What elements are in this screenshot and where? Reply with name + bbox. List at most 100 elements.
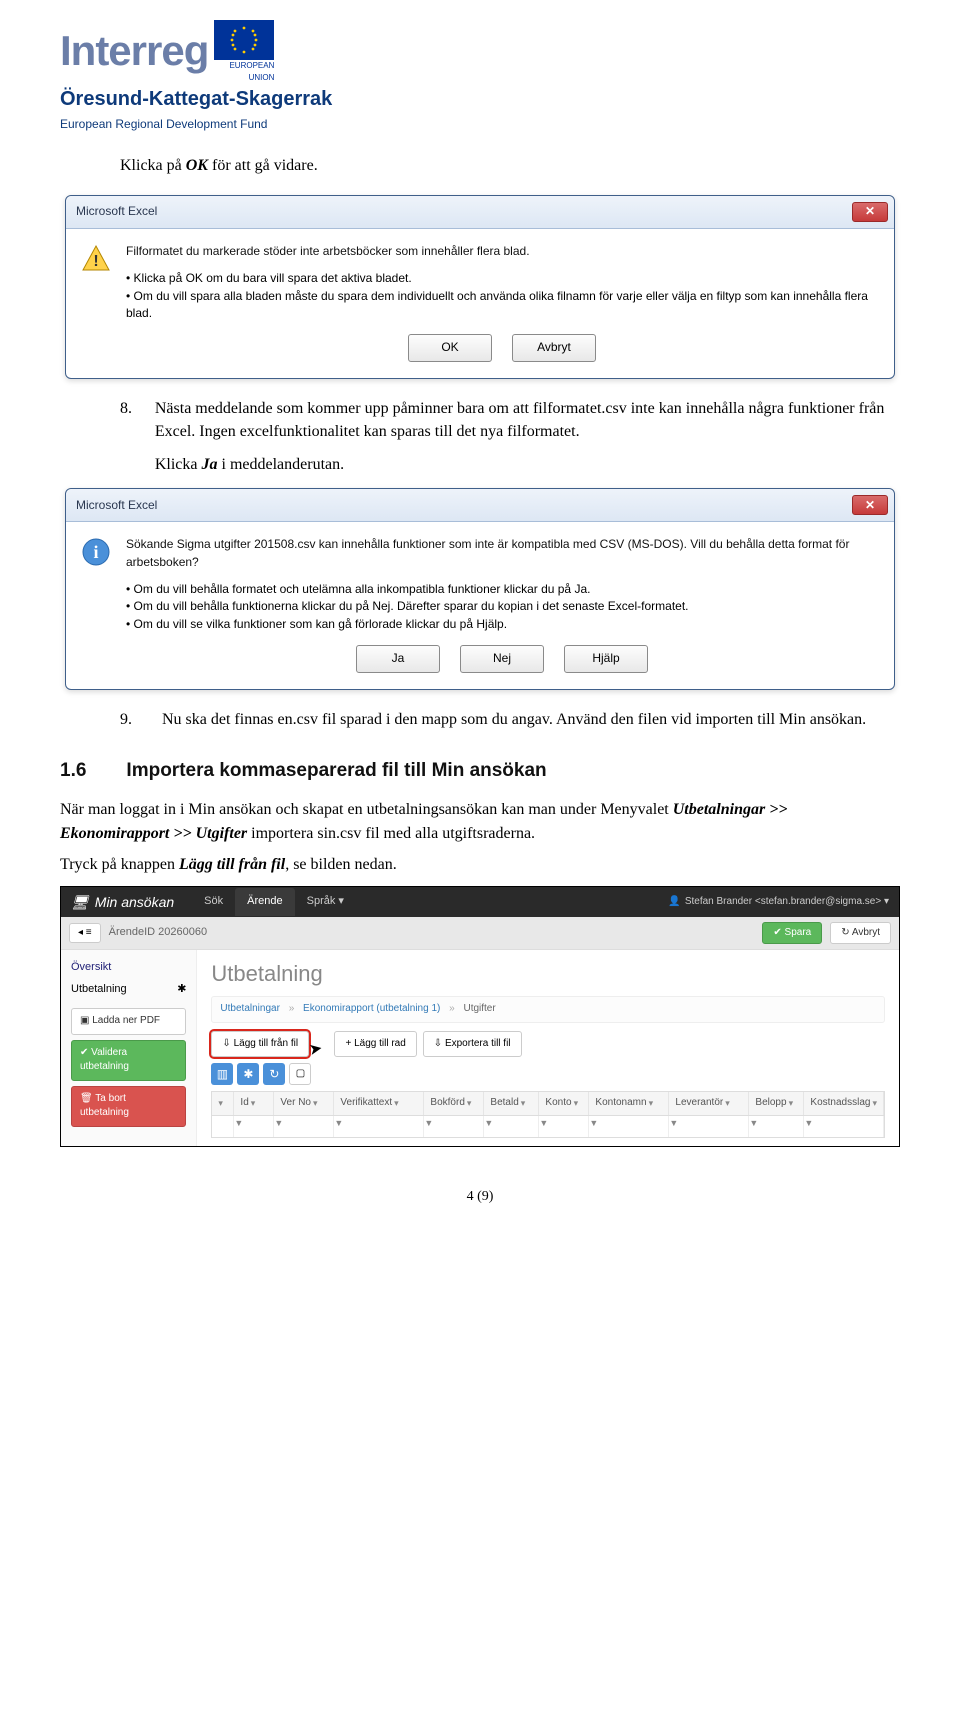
bullet-2: Om du vill spara alla bladen måste du sp… <box>126 288 878 323</box>
dialog-title: Microsoft Excel <box>76 497 157 514</box>
section-title: Importera kommaseparerad fil till Min an… <box>126 757 546 785</box>
bullet-2: Om du vill behålla funktionerna klickar … <box>126 598 878 615</box>
ok-button[interactable]: OK <box>408 334 492 361</box>
add-row-button[interactable]: + Lägg till rad <box>334 1031 416 1058</box>
col-konto[interactable]: Konto <box>545 1096 571 1111</box>
no-button[interactable]: Nej <box>460 645 544 672</box>
breadcrumb-2[interactable]: Ekonomirapport (utbetalning 1) <box>303 1003 440 1014</box>
section-para-1: När man loggat in i Min ansökan och skap… <box>60 798 900 844</box>
eu-label: EUROPEAN UNION <box>214 60 274 83</box>
funnel-icon[interactable]: ▼ <box>589 1118 598 1128</box>
step-9: 9. Nu ska det finnas en.csv fil sparad i… <box>120 708 900 731</box>
col-belopp[interactable]: Belopp <box>755 1096 786 1111</box>
help-button[interactable]: Hjälp <box>564 645 648 672</box>
add-from-file-button[interactable]: ⇩ Lägg till från fil <box>211 1031 309 1058</box>
sidebar-utbetalning[interactable]: Utbetalning ✱ <box>71 982 186 998</box>
validate-button[interactable]: ✔ Validera utbetalning <box>71 1040 186 1081</box>
logo-wordmark: Interreg <box>60 21 208 82</box>
dialog-titlebar: Microsoft Excel ✕ <box>66 489 894 522</box>
eu-flag-icon <box>214 20 274 60</box>
logo-subtitle-2: European Regional Development Fund <box>60 116 900 133</box>
breadcrumb: Utbetalningar » Ekonomirapport (utbetaln… <box>211 996 885 1023</box>
step-number: 8. <box>120 397 133 477</box>
col-veriftext[interactable]: Verifikattext <box>340 1096 392 1111</box>
dialog-bullets: Klicka på OK om du bara vill spara det a… <box>126 270 878 322</box>
sidebar-item-label: Utbetalning <box>71 982 127 998</box>
col-kostnadsslag[interactable]: Kostnadsslag <box>810 1096 870 1111</box>
filter-toolbar: ▥ ✱ ↻ ▢ <box>211 1063 885 1085</box>
sidebar-oversikt[interactable]: Översikt <box>71 960 186 976</box>
yes-button[interactable]: Ja <box>356 645 440 672</box>
close-button[interactable]: ✕ <box>852 202 888 222</box>
grid-filter-row: ▼ ▼ ▼ ▼ ▼ ▼ ▼ ▼ ▼ ▼ <box>211 1116 885 1138</box>
warning-icon: ! <box>80 243 112 275</box>
clear-icon-button[interactable]: ▢ <box>289 1063 311 1085</box>
dialog-title: Microsoft Excel <box>76 203 157 220</box>
funnel-icon[interactable]: ▼ <box>749 1118 758 1128</box>
back-button[interactable]: ◂ ≡ <box>69 923 101 944</box>
filter-icon-button[interactable]: ▥ <box>211 1063 233 1085</box>
funnel-icon[interactable]: ▼ <box>669 1118 678 1128</box>
export-file-button[interactable]: ⇩ Exportera till fil <box>423 1031 522 1058</box>
app-logo: 🖥 Min ansökan <box>71 892 174 912</box>
col-bokford[interactable]: Bokförd <box>430 1096 464 1111</box>
col-kontonamn[interactable]: Kontonamn <box>595 1096 646 1111</box>
breadcrumb-1[interactable]: Utbetalningar <box>220 1003 279 1014</box>
section-para-2: Tryck på knappen Lägg till från fil, se … <box>60 853 900 876</box>
page-number: 4 (9) <box>60 1187 900 1207</box>
section-heading: 1.6 Importera kommaseparerad fil till Mi… <box>60 757 900 785</box>
dialog-message: Sökande Sigma utgifter 201508.csv kan in… <box>126 536 878 571</box>
funnel-icon[interactable]: ▼ <box>334 1118 343 1128</box>
bullet-1: Om du vill behålla formatet och utelämna… <box>126 581 878 598</box>
text: Klicka <box>155 456 202 473</box>
info-icon: i <box>80 536 112 568</box>
delete-button[interactable]: 🗑 Ta bort utbetalning <box>71 1086 186 1127</box>
funnel-icon[interactable]: ▼ <box>539 1118 548 1128</box>
logo-subtitle-1: Öresund-Kattegat-Skagerrak <box>60 85 900 114</box>
min-ansokan-app: 🖥 Min ansökan Sök Ärende Språk ▾ 👤 Stefa… <box>60 886 900 1147</box>
app-topbar: 🖥 Min ansökan Sök Ärende Språk ▾ 👤 Stefa… <box>61 887 899 917</box>
user-menu[interactable]: 👤 Stefan Brander <stefan.brander@sigma.s… <box>668 895 889 910</box>
star-icon: ✱ <box>177 982 186 998</box>
close-button[interactable]: ✕ <box>852 495 888 515</box>
text: Tryck på knappen <box>60 856 179 873</box>
col-leverantor[interactable]: Leverantör <box>675 1096 723 1111</box>
step-8-text-a: Nästa meddelande som kommer upp påminner… <box>155 397 900 443</box>
save-button[interactable]: ✔ Spara <box>762 922 822 945</box>
dialog-bullets: Om du vill behålla formatet och utelämna… <box>126 581 878 633</box>
excel-dialog-1: Microsoft Excel ✕ ! Filformatet du marke… <box>65 195 895 379</box>
tab-sok[interactable]: Sök <box>192 888 235 916</box>
user-name: Stefan Brander <stefan.brander@sigma.se>… <box>685 895 889 910</box>
funnel-icon[interactable]: ▼ <box>274 1118 283 1128</box>
star-icon-button[interactable]: ✱ <box>237 1063 259 1085</box>
refresh-icon-button[interactable]: ↻ <box>263 1063 285 1085</box>
bullet-1: Klicka på OK om du bara vill spara det a… <box>126 270 878 287</box>
funnel-icon[interactable]: ▼ <box>804 1118 813 1128</box>
cursor-icon: ➤ <box>307 1037 324 1062</box>
cancel-button[interactable]: Avbryt <box>512 334 596 361</box>
button-name-emphasis: Lägg till från fil <box>179 856 285 873</box>
tab-arende[interactable]: Ärende <box>235 888 294 916</box>
toolbar: ⇩ Lägg till från fil ➤ + Lägg till rad ⇩… <box>211 1031 885 1058</box>
step-9-text: Nu ska det finnas en.csv fil sparad i de… <box>162 708 866 731</box>
section-number: 1.6 <box>60 757 86 785</box>
funnel-icon[interactable]: ▼ <box>484 1118 493 1128</box>
app-sidebar: Översikt Utbetalning ✱ ▣ Ladda ner PDF ✔… <box>61 950 196 1145</box>
text: för att gå vidare. <box>208 157 318 174</box>
app-main: Utbetalning Utbetalningar » Ekonomirappo… <box>196 950 899 1145</box>
funnel-icon[interactable]: ▼ <box>424 1118 433 1128</box>
dialog-titlebar: Microsoft Excel ✕ <box>66 196 894 229</box>
app-subbar: ◂ ≡ ÄrendeID 20260060 ✔ Spara ↻ Avbryt <box>61 917 899 951</box>
bullet-3: Om du vill se vilka funktioner som kan g… <box>126 616 878 633</box>
cancel-button[interactable]: ↻ Avbryt <box>830 922 891 945</box>
page-header: Interreg EUROPEAN UN <box>60 20 900 134</box>
col-betald[interactable]: Betald <box>490 1096 518 1111</box>
svg-text:i: i <box>93 542 98 562</box>
excel-dialog-2: Microsoft Excel ✕ i Sökande Sigma utgift… <box>65 488 895 689</box>
ja-emphasis: Ja <box>202 456 218 473</box>
col-id[interactable]: Id <box>240 1096 248 1111</box>
col-verno[interactable]: Ver No <box>280 1096 311 1111</box>
funnel-icon[interactable]: ▼ <box>234 1118 243 1128</box>
download-pdf-button[interactable]: ▣ Ladda ner PDF <box>71 1008 186 1035</box>
tab-sprak[interactable]: Språk ▾ <box>295 888 356 916</box>
